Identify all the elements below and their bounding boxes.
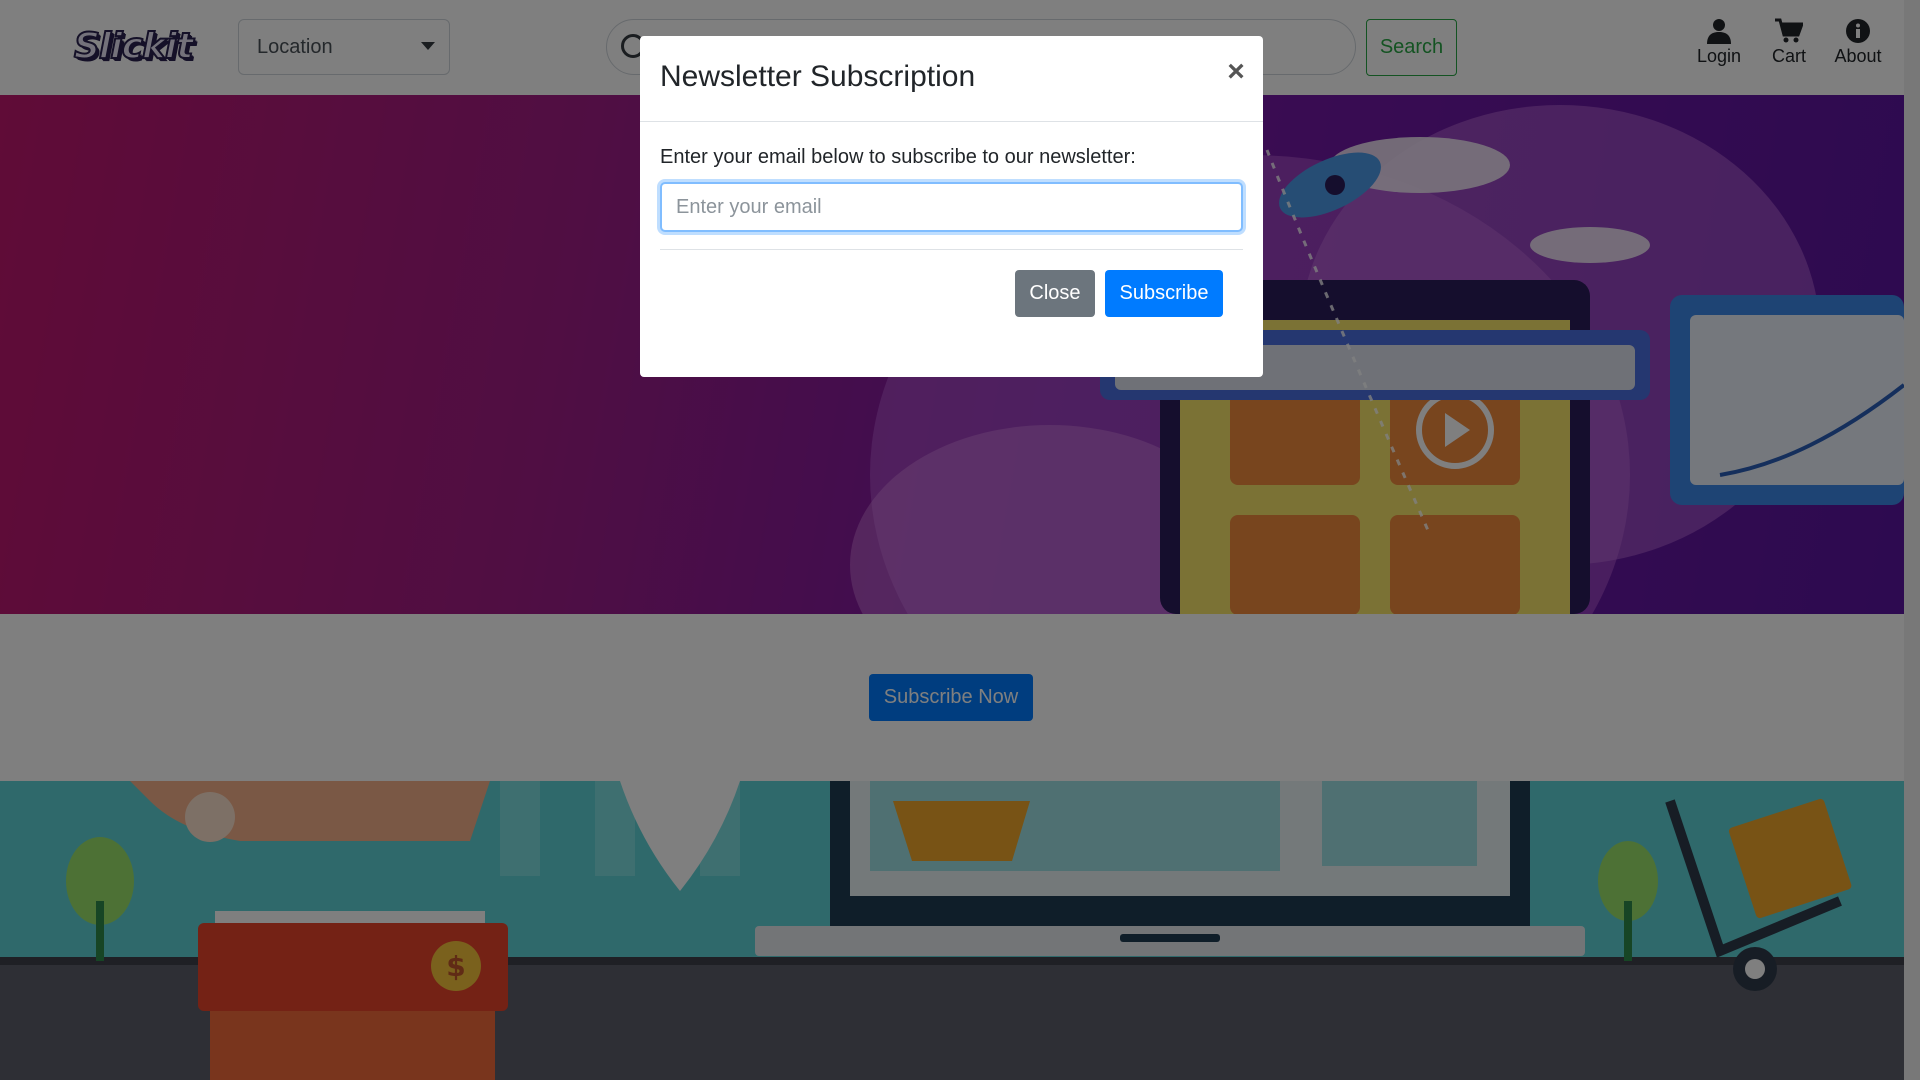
modal-header: Newsletter Subscription × — [640, 36, 1263, 122]
modal-title: Newsletter Subscription — [660, 60, 976, 93]
subscribe-button[interactable]: Subscribe — [1105, 270, 1223, 317]
email-field[interactable] — [660, 182, 1243, 232]
close-icon[interactable]: × — [1220, 55, 1252, 88]
newsletter-modal: Newsletter Subscription × Enter your ema… — [640, 36, 1263, 377]
modal-prompt: Enter your email below to subscribe to o… — [660, 146, 1136, 168]
modal-divider — [660, 249, 1243, 250]
close-button[interactable]: Close — [1015, 270, 1095, 317]
